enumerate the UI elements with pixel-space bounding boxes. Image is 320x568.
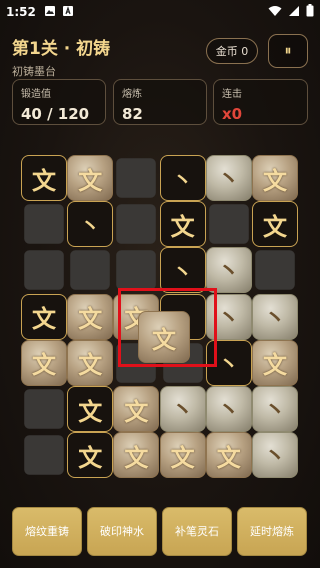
wifi-icon: [268, 5, 282, 20]
dragged-tile[interactable]: 文: [138, 311, 190, 363]
empty-cell: [116, 158, 157, 198]
board-tile[interactable]: 丶: [159, 386, 206, 432]
board-tile[interactable]: 丶: [252, 386, 298, 432]
stroke-spirit-stone-button[interactable]: 补笔灵石: [162, 507, 232, 556]
seal-breaking-water-button[interactable]: 破印神水: [87, 507, 157, 556]
forge-value-label: 锻造值: [21, 89, 51, 100]
level-subtitle: 初铸墨台: [12, 65, 56, 78]
signal-icon: [288, 5, 300, 20]
combo-label: 连击: [222, 89, 242, 100]
rune-recast-button[interactable]: 熔纹重铸: [12, 507, 82, 556]
board-tile[interactable]: 丶: [159, 247, 206, 294]
empty-cell: [24, 204, 64, 244]
board-tile[interactable]: 文: [113, 386, 160, 432]
pause-button[interactable]: ⏸: [268, 34, 308, 68]
board-tile[interactable]: 文: [21, 293, 67, 340]
level-title: 第1关 · 初铸: [12, 39, 111, 59]
board-tile[interactable]: 文: [67, 293, 114, 340]
battery-icon: [306, 4, 314, 20]
status-bar: 1:52: [0, 0, 320, 24]
board-tile[interactable]: 文: [113, 432, 160, 479]
board-tile[interactable]: 文: [21, 339, 67, 386]
board-tile[interactable]: 丶: [252, 293, 298, 340]
empty-cell: [24, 435, 64, 475]
board-tile[interactable]: 文: [67, 386, 114, 432]
board-tile[interactable]: 文: [205, 432, 252, 479]
board-tile[interactable]: 文: [67, 432, 114, 479]
empty-cell: [24, 250, 64, 291]
empty-cell: [116, 250, 157, 291]
board-tile[interactable]: 文: [67, 155, 114, 201]
board-tile[interactable]: 丶: [159, 155, 206, 201]
combo-card: 连击 x0: [213, 79, 308, 125]
combo-value: x0: [222, 105, 243, 123]
empty-cell: [209, 204, 249, 244]
empty-cell: [255, 250, 295, 291]
delayed-smelt-button[interactable]: 延时熔炼: [237, 507, 307, 556]
empty-cell: [116, 204, 157, 244]
smelt-value: 82: [122, 105, 143, 123]
level-header: 第1关 · 初铸 初铸墨台: [12, 34, 110, 79]
board-tile[interactable]: 文: [21, 155, 67, 201]
smelt-label: 熔炼: [122, 89, 142, 100]
board-tile[interactable]: 丶: [205, 247, 252, 294]
board-tile[interactable]: 文: [252, 201, 298, 248]
board-tile[interactable]: 文: [159, 201, 206, 248]
smelt-card: 熔炼 82: [113, 79, 207, 125]
status-time: 1:52: [6, 5, 36, 19]
board-tile[interactable]: 文: [159, 432, 206, 479]
board-tile[interactable]: 丶: [67, 201, 114, 248]
text-notification-icon: [62, 5, 74, 20]
forge-value-card: 锻造值 40 / 120: [12, 79, 106, 125]
board-tile[interactable]: 文: [67, 339, 114, 386]
coin-counter: 金币 0: [206, 38, 258, 64]
board-tile[interactable]: 丶: [252, 432, 298, 479]
board-tile[interactable]: 丶: [205, 386, 252, 432]
empty-cell: [70, 250, 110, 291]
board-tile[interactable]: 丶: [205, 155, 252, 201]
board-tile[interactable]: 文: [252, 339, 298, 386]
forge-value: 40 / 120: [21, 105, 90, 123]
empty-cell: [24, 389, 64, 429]
board-tile[interactable]: 文: [252, 155, 298, 201]
image-notification-icon: [44, 5, 56, 20]
